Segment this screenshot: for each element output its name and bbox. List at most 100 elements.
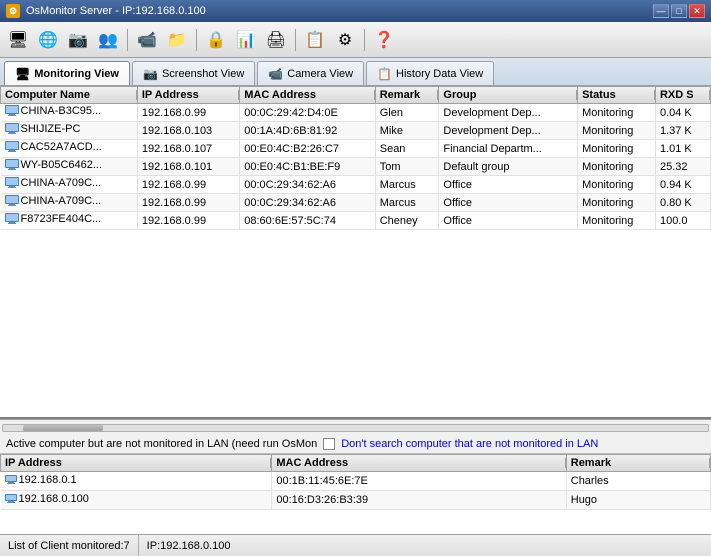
toolbar-camera-btn[interactable]: 📹: [133, 26, 161, 54]
cell-ip: 192.168.0.99: [137, 194, 239, 212]
cell-rxd: 100.0: [655, 212, 710, 230]
cell-ip: 192.168.0.103: [137, 122, 239, 140]
table-row[interactable]: CHINA-B3C95... 192.168.0.99 00:0C:29:42:…: [1, 104, 711, 122]
toolbar-monitor-btn[interactable]: 🖥: [4, 26, 32, 54]
cell-mac: 00:0C:29:34:62:A6: [240, 176, 376, 194]
screenshot-tab-icon: 📷: [143, 67, 158, 81]
bottom-section: Active computer but are not monitored in…: [0, 435, 711, 534]
minimize-button[interactable]: —: [653, 4, 669, 18]
cell-remark: Glen: [375, 104, 439, 122]
maximize-button[interactable]: □: [671, 4, 687, 18]
close-button[interactable]: ✕: [689, 4, 705, 18]
col-mac-address: MAC Address: [240, 87, 376, 104]
toolbar-sep-3: [295, 29, 296, 51]
title-bar: ⚙ OsMonitor Server - IP:192.168.0.100 — …: [0, 0, 711, 22]
horizontal-scrollbar[interactable]: [0, 419, 711, 435]
tab-screenshot-view[interactable]: 📷 Screenshot View: [132, 61, 255, 85]
bottom-cell-ip: 192.168.0.100: [1, 491, 272, 510]
status-ip: IP:192.168.0.100: [139, 535, 239, 556]
toolbar-users-btn[interactable]: 👥: [94, 26, 122, 54]
table-row[interactable]: CHINA-A709C... 192.168.0.99 00:0C:29:34:…: [1, 194, 711, 212]
cell-status: Monitoring: [578, 212, 656, 230]
cell-ip: 192.168.0.99: [137, 176, 239, 194]
table-row[interactable]: WY-B05C6462... 192.168.0.101 00:E0:4C:B1…: [1, 158, 711, 176]
screenshot-tab-label: Screenshot View: [162, 68, 244, 80]
camera-tab-label: Camera View: [287, 68, 353, 80]
tab-camera-view[interactable]: 📹 Camera View: [257, 61, 364, 85]
cell-remark: Marcus: [375, 194, 439, 212]
scrollbar-track: [2, 424, 709, 432]
toolbar-settings-btn[interactable]: ⚙: [331, 26, 359, 54]
table-row[interactable]: F8723FE404C... 192.168.0.99 08:60:6E:57:…: [1, 212, 711, 230]
cell-ip: 192.168.0.99: [137, 212, 239, 230]
cell-computer: WY-B05C6462...: [1, 158, 138, 176]
bottom-table: IP Address MAC Address Remark 192.168.0.…: [0, 454, 711, 510]
col-group: Group: [439, 87, 578, 104]
cell-remark: Mike: [375, 122, 439, 140]
cell-rxd: 1.01 K: [655, 140, 710, 158]
cell-mac: 00:E0:4C:B2:26:C7: [240, 140, 376, 158]
bottom-computer-icon: [5, 475, 17, 485]
bottom-col-remark: Remark: [566, 455, 710, 472]
computer-icon: [5, 195, 19, 207]
cell-status: Monitoring: [578, 140, 656, 158]
cell-ip: 192.168.0.101: [137, 158, 239, 176]
cell-rxd: 0.94 K: [655, 176, 710, 194]
cell-status: Monitoring: [578, 104, 656, 122]
toolbar-sep-1: [127, 29, 128, 51]
cell-group: Financial Departm...: [439, 140, 578, 158]
toolbar-help-btn[interactable]: ❓: [370, 26, 398, 54]
cell-group: Development Dep...: [439, 122, 578, 140]
tab-bar: 🖥 Monitoring View 📷 Screenshot View 📹 Ca…: [0, 58, 711, 86]
cell-computer: CAC52A7ACD...: [1, 140, 138, 158]
cell-ip: 192.168.0.99: [137, 104, 239, 122]
col-computer-name: Computer Name: [1, 87, 138, 104]
cell-group: Office: [439, 212, 578, 230]
table-header-row: Computer Name IP Address MAC Address Rem…: [1, 87, 711, 104]
notice-link[interactable]: Don't search computer that are not monit…: [341, 438, 598, 450]
status-client-count: List of Client monitored:7: [0, 535, 139, 556]
cell-status: Monitoring: [578, 176, 656, 194]
bottom-cell-ip: 192.168.0.1: [1, 472, 272, 491]
computer-icon: [5, 177, 19, 189]
monitoring-tab-label: Monitoring View: [34, 68, 119, 80]
status-left-text: List of Client monitored:7: [8, 540, 130, 552]
monitoring-table-container[interactable]: Computer Name IP Address MAC Address Rem…: [0, 86, 711, 419]
scrollbar-thumb: [23, 425, 103, 431]
cell-remark: Tom: [375, 158, 439, 176]
bottom-table-container[interactable]: IP Address MAC Address Remark 192.168.0.…: [0, 454, 711, 534]
list-item[interactable]: 192.168.0.100 00:16:D3:26:B3:39 Hugo: [1, 491, 711, 510]
tab-monitoring-view[interactable]: 🖥 Monitoring View: [4, 61, 130, 85]
cell-mac: 00:0C:29:42:D4:0E: [240, 104, 376, 122]
bottom-col-ip: IP Address: [1, 455, 272, 472]
notice-text: Active computer but are not monitored in…: [6, 438, 317, 450]
cell-mac: 08:60:6E:57:5C:74: [240, 212, 376, 230]
cell-status: Monitoring: [578, 158, 656, 176]
toolbar-history-btn[interactable]: 📋: [301, 26, 329, 54]
cell-computer: F8723FE404C...: [1, 212, 138, 230]
cell-rxd: 25.32: [655, 158, 710, 176]
cell-rxd: 1.37 K: [655, 122, 710, 140]
bottom-computer-icon: [5, 494, 17, 504]
table-row[interactable]: CAC52A7ACD... 192.168.0.107 00:E0:4C:B2:…: [1, 140, 711, 158]
cell-mac: 00:0C:29:34:62:A6: [240, 194, 376, 212]
bottom-notice-bar: Active computer but are not monitored in…: [0, 435, 711, 454]
table-row[interactable]: SHIJIZE-PC 192.168.0.103 00:1A:4D:6B:81:…: [1, 122, 711, 140]
cell-group: Default group: [439, 158, 578, 176]
toolbar-folder-btn[interactable]: 📁: [163, 26, 191, 54]
computer-icon: [5, 141, 19, 153]
toolbar-screenshot-btn[interactable]: 📷: [64, 26, 92, 54]
camera-tab-icon: 📹: [268, 67, 283, 81]
toolbar-globe-btn[interactable]: 🌐: [34, 26, 62, 54]
tab-history-view[interactable]: 📋 History Data View: [366, 61, 494, 85]
notice-checkbox[interactable]: [323, 438, 335, 450]
main-content: Computer Name IP Address MAC Address Rem…: [0, 86, 711, 534]
toolbar-chart-btn[interactable]: 📊: [232, 26, 260, 54]
monitoring-tab-icon: 🖥: [15, 67, 30, 81]
toolbar-print-btn[interactable]: 🖨: [262, 26, 290, 54]
table-row[interactable]: CHINA-A709C... 192.168.0.99 00:0C:29:34:…: [1, 176, 711, 194]
status-right-text: IP:192.168.0.100: [147, 540, 231, 552]
cell-remark: Marcus: [375, 176, 439, 194]
list-item[interactable]: 192.168.0.1 00:1B:11:45:6E:7E Charles: [1, 472, 711, 491]
toolbar-lock-btn[interactable]: 🔒: [202, 26, 230, 54]
